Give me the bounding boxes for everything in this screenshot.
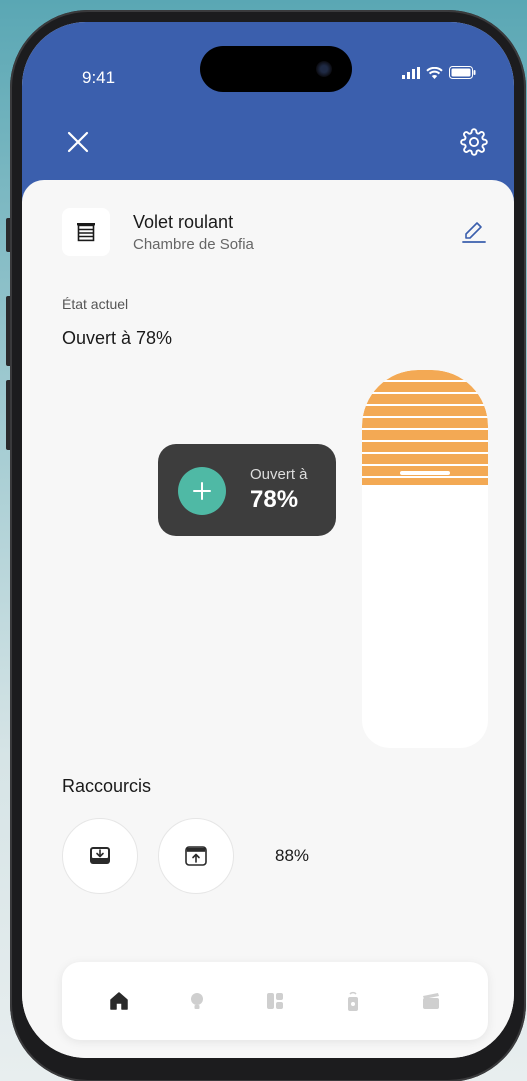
shortcuts-title: Raccourcis — [62, 776, 152, 796]
home-icon — [110, 992, 128, 1010]
plus-button[interactable] — [178, 467, 226, 515]
gear-icon — [460, 128, 488, 156]
scene-icon — [423, 993, 439, 1009]
device-icon-tile — [62, 208, 110, 256]
shutter-up-icon — [185, 846, 207, 866]
wifi-icon — [426, 66, 443, 79]
status-icons — [402, 66, 476, 79]
state-value: Ouvert à 78% — [62, 328, 173, 348]
shutter-icon — [267, 993, 283, 1009]
plus-icon — [193, 482, 211, 500]
shortcut-percent-button[interactable]: 88% — [254, 818, 330, 894]
shutter-slider[interactable] — [362, 370, 488, 748]
shortcut-open-button[interactable] — [158, 818, 234, 894]
edit-button[interactable] — [460, 218, 488, 246]
status-time: 9:41 — [82, 68, 116, 87]
bottom-nav — [62, 962, 488, 1040]
remote-icon — [348, 991, 358, 1011]
device-name: Volet roulant — [133, 212, 234, 232]
light-bulb-icon — [191, 993, 203, 1009]
close-button[interactable] — [62, 126, 94, 158]
settings-button[interactable] — [458, 126, 490, 158]
pencil-icon — [462, 222, 486, 243]
roller-shutter-icon — [77, 223, 95, 242]
close-icon — [67, 131, 89, 153]
position-tooltip: Ouvert à 78% — [158, 444, 336, 536]
nav-lights[interactable] — [177, 981, 217, 1021]
state-label: État actuel — [62, 296, 129, 312]
shutter-down-icon — [90, 847, 110, 864]
nav-home[interactable] — [99, 981, 139, 1021]
shutter-slats — [362, 370, 488, 485]
signal-icon — [402, 66, 420, 79]
tooltip-value: 78% — [250, 486, 299, 513]
phone-screen: 9:41 Volet roulant Chambre de Sofia État… — [22, 22, 514, 1058]
device-room: Chambre de Sofia — [133, 236, 254, 253]
shortcut-close-button[interactable] — [62, 818, 138, 894]
camera-icon — [316, 61, 332, 77]
tooltip-label: Ouvert à — [250, 466, 308, 483]
dynamic-island — [200, 46, 352, 92]
nav-remote[interactable] — [333, 981, 373, 1021]
nav-scenes[interactable] — [411, 981, 451, 1021]
nav-shutters[interactable] — [255, 981, 295, 1021]
battery-icon — [449, 66, 476, 79]
slider-handle[interactable] — [400, 471, 450, 475]
